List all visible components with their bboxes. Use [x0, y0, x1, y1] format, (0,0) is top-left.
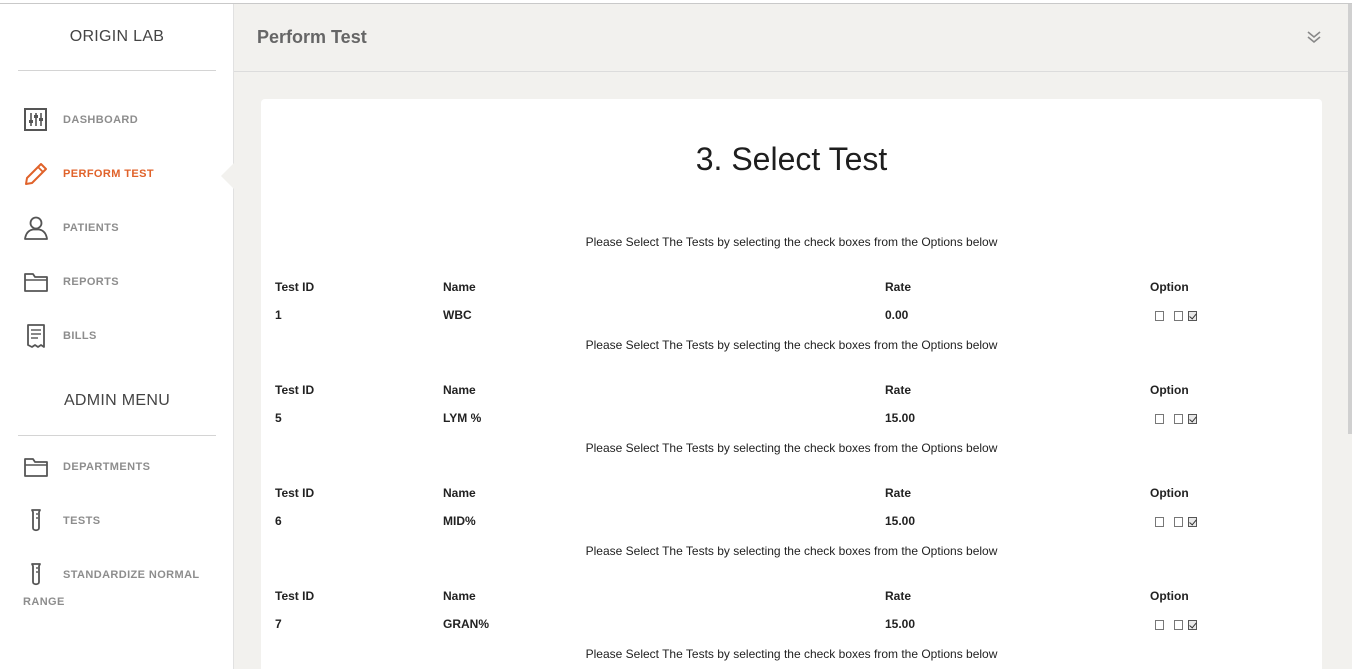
sidebar-item-label: DEPARTMENTS [63, 461, 151, 473]
sliders-icon [22, 107, 50, 133]
page-title: Perform Test [257, 27, 367, 47]
sidebar-item-label: STANDARDIZE NORMAL [63, 569, 200, 581]
option-checkbox-1[interactable] [1155, 517, 1164, 527]
col-header-rate: Rate [885, 589, 912, 603]
col-header-option: Option [1150, 589, 1189, 603]
col-header-rate: Rate [885, 486, 912, 500]
test-name-cell: WBC [443, 308, 472, 322]
option-checkbox-2[interactable] [1174, 414, 1183, 424]
active-indicator [221, 162, 235, 190]
sidebar-item-dashboard[interactable]: DASHBOARD [0, 100, 234, 140]
pen-icon [22, 161, 50, 187]
option-checkboxes [1155, 311, 1205, 323]
col-header-test-id: Test ID [275, 280, 315, 294]
option-checkbox-1[interactable] [1155, 620, 1164, 630]
user-icon [22, 215, 50, 241]
sidebar-item-label: PERFORM TEST [63, 168, 154, 180]
sidebar-item-departments[interactable]: DEPARTMENTS [0, 447, 234, 487]
brand-logo-text: ORIGIN LAB [18, 4, 216, 71]
col-header-test-id: Test ID [275, 383, 315, 397]
sidebar-item-perform-test[interactable]: PERFORM TEST [0, 154, 234, 194]
double-chevron-down-icon[interactable] [1306, 28, 1322, 46]
col-header-test-id: Test ID [275, 589, 315, 603]
test-id-cell: 5 [275, 411, 282, 425]
option-checkbox-3[interactable] [1188, 620, 1197, 630]
test-rate-cell: 0.00 [885, 308, 909, 322]
col-header-option: Option [1150, 383, 1189, 397]
col-header-name: Name [443, 486, 476, 500]
option-checkbox-3[interactable] [1188, 311, 1197, 321]
sidebar-item-label: REPORTS [63, 276, 119, 288]
option-checkboxes [1155, 620, 1205, 632]
option-checkbox-2[interactable] [1174, 311, 1183, 321]
test-tube-icon [22, 562, 50, 588]
instruction-text: Please Select The Tests by selecting the… [585, 647, 998, 661]
option-checkbox-3[interactable] [1188, 414, 1197, 424]
sidebar-item-label: PATIENTS [63, 222, 119, 234]
col-header-rate: Rate [885, 280, 912, 294]
sidebar-item-label-continued[interactable]: RANGE [23, 596, 65, 608]
option-checkbox-2[interactable] [1174, 620, 1183, 630]
test-name-cell: GRAN% [443, 617, 490, 631]
col-header-name: Name [443, 589, 476, 603]
option-checkbox-3[interactable] [1188, 517, 1197, 527]
sidebar-item-label: BILLS [63, 330, 97, 342]
folder-icon [22, 269, 50, 295]
col-header-name: Name [443, 280, 476, 294]
instruction-text: Please Select The Tests by selecting the… [585, 544, 998, 558]
option-checkboxes [1155, 517, 1205, 529]
sidebar: ORIGIN LAB DASHBOARD PERFORM TEST PATIEN… [0, 4, 235, 669]
admin-menu-heading: ADMIN MENU [18, 370, 216, 436]
test-id-cell: 6 [275, 514, 282, 528]
option-checkbox-1[interactable] [1155, 414, 1164, 424]
test-tube-icon [22, 508, 50, 534]
instruction-text: Please Select The Tests by selecting the… [585, 338, 998, 352]
card-title: 3. Select Test [695, 141, 888, 177]
receipt-icon [22, 323, 50, 349]
sidebar-item-bills[interactable]: BILLS [0, 316, 234, 356]
test-rate-cell: 15.00 [885, 514, 916, 528]
option-checkboxes [1155, 414, 1205, 426]
option-checkbox-1[interactable] [1155, 311, 1164, 321]
sidebar-item-tests[interactable]: TESTS [0, 501, 234, 541]
col-header-rate: Rate [885, 383, 912, 397]
sidebar-item-label: DASHBOARD [63, 114, 139, 126]
col-header-option: Option [1150, 280, 1189, 294]
folder-icon [22, 454, 50, 480]
test-rate-cell: 15.00 [885, 411, 916, 425]
scrollbar[interactable] [1348, 4, 1352, 434]
instruction-text: Please Select The Tests by selecting the… [585, 235, 998, 249]
test-name-cell: LYM % [443, 411, 482, 425]
select-test-card: 3. Select Test Please Select The Tests b… [261, 99, 1322, 669]
sidebar-item-reports[interactable]: REPORTS [0, 262, 234, 302]
col-header-option: Option [1150, 486, 1189, 500]
sidebar-item-standardize-normal-range[interactable]: STANDARDIZE NORMAL [0, 555, 234, 595]
page-header: Perform Test [234, 4, 1352, 72]
col-header-name: Name [443, 383, 476, 397]
test-rate-cell: 15.00 [885, 617, 916, 631]
test-id-cell: 1 [275, 308, 282, 322]
option-checkbox-2[interactable] [1174, 517, 1183, 527]
sidebar-item-patients[interactable]: PATIENTS [0, 208, 234, 248]
test-id-cell: 7 [275, 617, 282, 631]
instruction-text: Please Select The Tests by selecting the… [585, 441, 998, 455]
col-header-test-id: Test ID [275, 486, 315, 500]
test-name-cell: MID% [443, 514, 476, 528]
sidebar-item-label: TESTS [63, 515, 101, 527]
